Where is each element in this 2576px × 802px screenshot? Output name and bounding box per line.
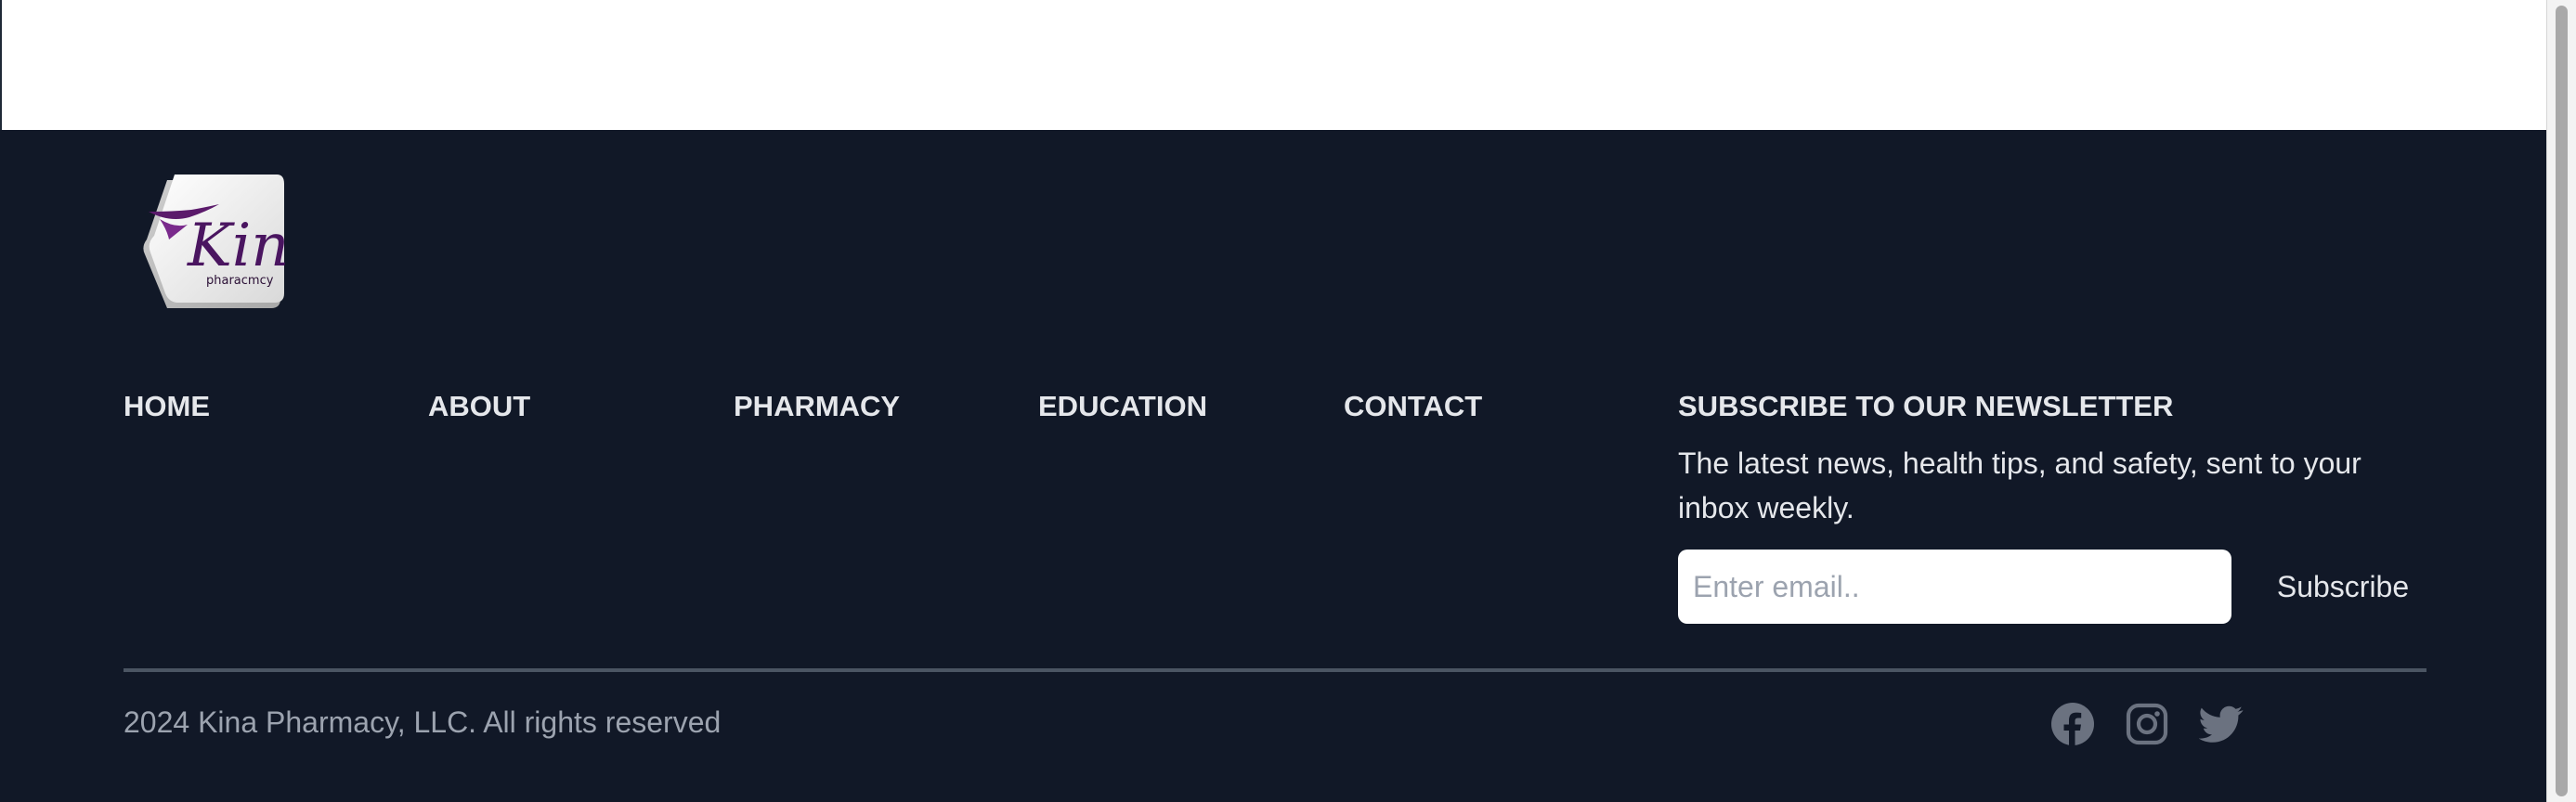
nav-pharmacy-link[interactable]: PHARMACY: [734, 388, 900, 425]
nav-contact-link[interactable]: CONTACT: [1344, 388, 1482, 425]
instagram-icon[interactable]: [2125, 702, 2169, 746]
copyright-text: 2024 Kina Pharmacy, LLC. All rights rese…: [124, 705, 722, 739]
nav-education-link[interactable]: EDUCATION: [1038, 388, 1207, 425]
subscribe-button[interactable]: Subscribe: [2255, 550, 2431, 624]
vertical-scrollbar[interactable]: [2546, 0, 2576, 802]
nav-about-link[interactable]: ABOUT: [428, 388, 530, 425]
newsletter-description: The latest news, health tips, and safety…: [1678, 446, 2361, 524]
email-input[interactable]: [1678, 550, 2231, 624]
footer-divider: [124, 668, 2426, 672]
page-top-area: [0, 0, 2546, 130]
scrollbar-thumb[interactable]: [2556, 6, 2568, 796]
logo-text: Kina: [187, 212, 286, 280]
site-footer: Kina pharacmcy HOME ABOUT PHARMACY EDUCA…: [0, 130, 2546, 802]
kina-pharmacy-logo[interactable]: Kina pharacmcy: [141, 175, 325, 310]
twitter-icon[interactable]: [2199, 702, 2244, 746]
nav-home-link[interactable]: HOME: [124, 388, 210, 425]
logo-graphic: Kina pharacmcy: [143, 175, 325, 308]
facebook-icon[interactable]: [2050, 702, 2095, 746]
logo-subtext: pharacmcy: [206, 274, 274, 288]
newsletter-title: SUBSCRIBE TO OUR NEWSLETTER: [1678, 390, 2174, 422]
